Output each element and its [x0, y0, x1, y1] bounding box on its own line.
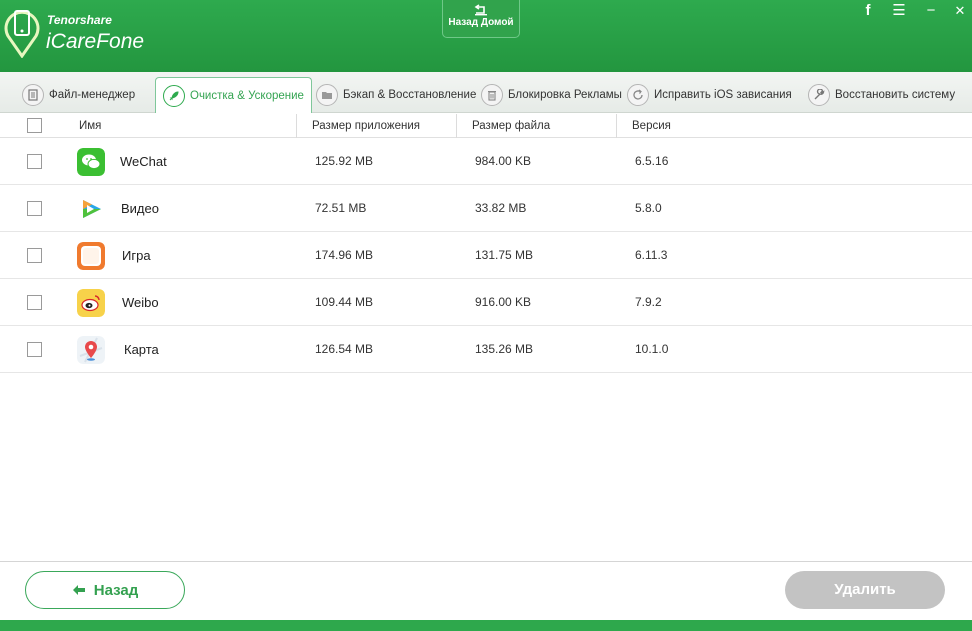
brand-product: iCareFone	[46, 30, 145, 53]
tab-label: Исправить iOS зависания	[654, 89, 792, 101]
tab-fix-ios[interactable]: Исправить iOS зависания	[627, 78, 792, 112]
wechat-icon	[77, 148, 105, 176]
video-icon	[77, 195, 105, 223]
folder-icon	[316, 84, 338, 106]
select-all-checkbox[interactable]	[27, 118, 42, 133]
table-row[interactable]: Карта 126.54 MB 135.26 MB 10.1.0	[0, 326, 972, 373]
column-header-file-size[interactable]: Размер файла	[472, 114, 550, 138]
tab-label: Очистка & Ускорение	[190, 89, 304, 102]
column-header-version[interactable]: Версия	[632, 114, 671, 138]
delete-button[interactable]: Удалить	[785, 571, 945, 609]
bottom-status-bar	[0, 620, 972, 631]
app-version: 5.8.0	[635, 201, 662, 215]
refresh-icon	[627, 84, 649, 106]
brand-company: Tenorshare	[47, 13, 112, 27]
tab-label: Блокировка Рекламы	[508, 89, 622, 101]
file-icon	[22, 84, 44, 106]
row-checkbox[interactable]	[27, 201, 42, 216]
tab-bar: Файл-менеджер Очистка & Ускорение Бэкап …	[0, 72, 972, 113]
close-icon[interactable]: ✕	[951, 2, 969, 20]
weibo-icon	[77, 289, 105, 317]
row-checkbox[interactable]	[27, 154, 42, 169]
app-version: 7.9.2	[635, 295, 662, 309]
file-size: 131.75 MB	[475, 248, 534, 262]
tab-file-manager[interactable]: Файл-менеджер	[22, 78, 135, 112]
map-icon	[77, 336, 105, 364]
icarefone-logo-icon	[4, 10, 40, 58]
app-size: 174.96 MB	[315, 248, 374, 262]
table-row[interactable]: Игра 174.96 MB 131.75 MB 6.11.3	[0, 232, 972, 279]
facebook-icon[interactable]: f	[859, 2, 877, 20]
file-size: 135.26 MB	[475, 342, 534, 356]
arrow-left-icon	[72, 585, 85, 595]
back-button[interactable]: Назад	[25, 571, 185, 609]
rocket-icon	[163, 84, 185, 107]
app-size: 72.51 MB	[315, 201, 367, 215]
table-row[interactable]: Видео 72.51 MB 33.82 MB 5.8.0	[0, 185, 972, 232]
column-header-name[interactable]: Имя	[79, 114, 101, 138]
table-row[interactable]: Weibo 109.44 MB 916.00 KB 7.9.2	[0, 279, 972, 326]
app-name: Weibo	[122, 295, 159, 310]
menu-icon[interactable]: ☰	[890, 2, 908, 20]
game-icon	[77, 242, 105, 270]
table-header: Имя Размер приложения Размер файла Верси…	[0, 114, 972, 138]
column-divider	[296, 114, 297, 138]
wrench-icon	[808, 84, 830, 106]
app-name: Видео	[121, 201, 159, 216]
footer-divider	[0, 561, 972, 562]
app-name: WeChat	[120, 154, 167, 169]
app-version: 10.1.0	[635, 342, 669, 356]
tab-label: Бэкап & Восстановление	[343, 89, 477, 101]
trash-icon	[481, 84, 503, 106]
app-size: 109.44 MB	[315, 295, 374, 309]
app-size: 126.54 MB	[315, 342, 374, 356]
home-button-label: Назад Домой	[448, 17, 514, 28]
tab-ad-block[interactable]: Блокировка Рекламы	[481, 78, 622, 112]
file-size: 916.00 KB	[475, 295, 532, 309]
home-button[interactable]: Назад Домой	[442, 0, 520, 38]
file-size: 984.00 KB	[475, 154, 532, 168]
table-row[interactable]: WeChat 125.92 MB 984.00 KB 6.5.16	[0, 138, 972, 185]
app-version: 6.11.3	[635, 248, 668, 262]
tab-label: Восстановить систему	[835, 89, 956, 101]
row-checkbox[interactable]	[27, 295, 42, 310]
row-checkbox[interactable]	[27, 342, 42, 357]
tab-clean-speedup[interactable]: Очистка & Ускорение	[155, 77, 312, 113]
tab-label: Файл-менеджер	[49, 89, 136, 101]
back-button-label: Назад	[93, 581, 139, 599]
column-header-app-size[interactable]: Размер приложения	[312, 114, 420, 138]
column-divider	[456, 114, 457, 138]
file-size: 33.82 MB	[475, 201, 527, 215]
header-bar: Tenorshare iCareFone Назад Домой f ☰ − ✕	[0, 0, 972, 72]
minimize-icon[interactable]: −	[922, 2, 940, 20]
app-name: Игра	[122, 248, 151, 263]
app-size: 125.92 MB	[315, 154, 374, 168]
tab-backup-restore[interactable]: Бэкап & Восстановление	[316, 78, 476, 112]
app-window: Tenorshare iCareFone Назад Домой f ☰ − ✕…	[0, 0, 972, 631]
app-version: 6.5.16	[635, 154, 669, 168]
tab-repair-system[interactable]: Восстановить систему	[808, 78, 955, 112]
app-name: Карта	[124, 342, 159, 357]
row-checkbox[interactable]	[27, 248, 42, 263]
home-return-icon	[474, 4, 487, 16]
column-divider	[616, 114, 617, 138]
